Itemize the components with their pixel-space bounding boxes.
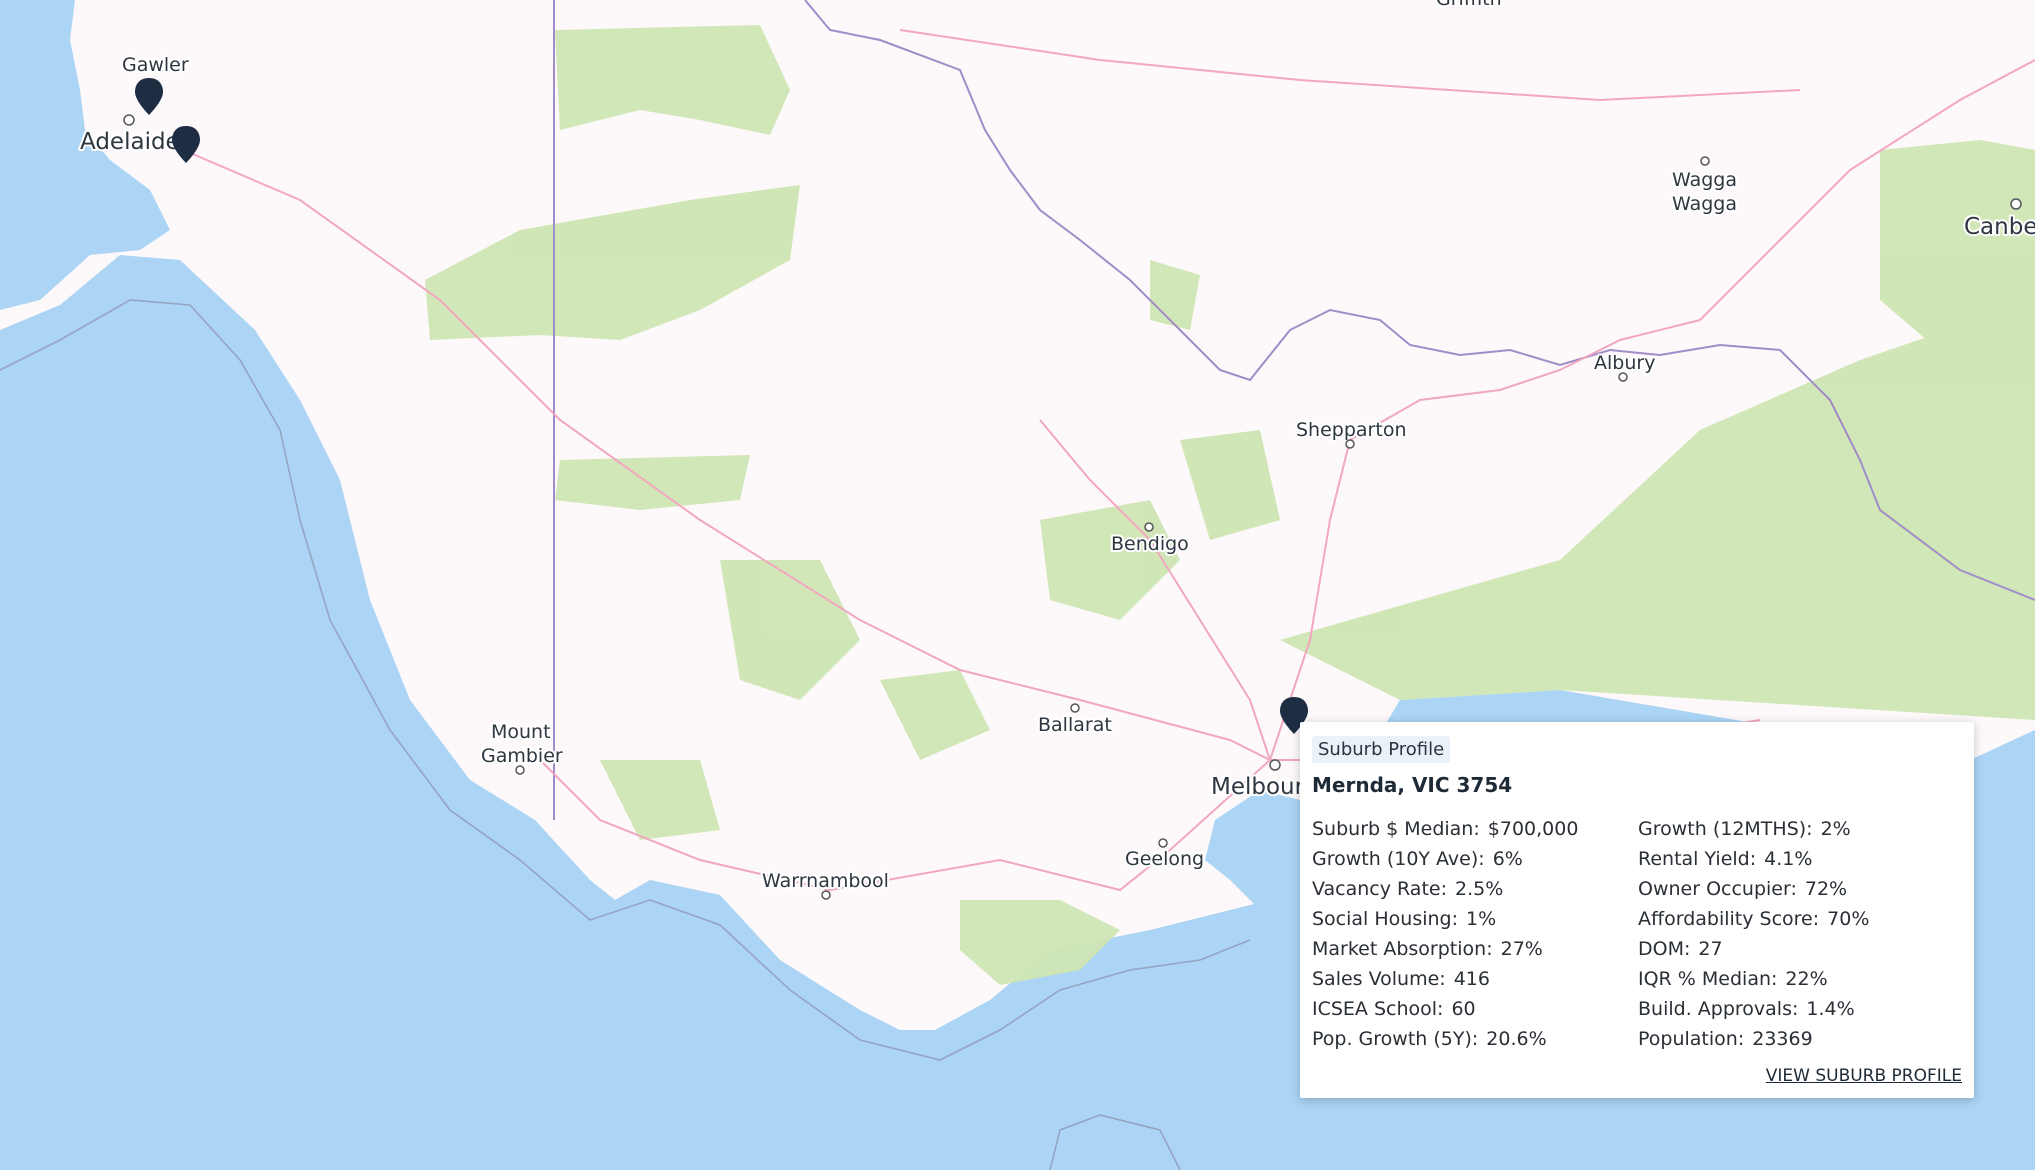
label-canberra: Canbe xyxy=(1964,214,2035,240)
label-mount: Mount xyxy=(491,721,551,743)
view-suburb-profile-link[interactable]: VIEW SUBURB PROFILE xyxy=(1766,1066,1962,1086)
suburb-profile-tag: Suburb Profile xyxy=(1312,736,1451,763)
suburb-popup: Suburb Profile Mernda, VIC 3754 Suburb $… xyxy=(1300,722,1974,1098)
label-warrnambool: Warrnambool xyxy=(762,870,889,892)
label-wagga-2: Wagga xyxy=(1672,193,1737,215)
stat-right-1: Rental Yield: 4.1% xyxy=(1638,848,1813,870)
label-adelaide: Adelaide xyxy=(80,129,180,155)
stat-right-5: IQR % Median: 22% xyxy=(1638,968,1828,990)
suburb-title: Mernda, VIC 3754 xyxy=(1312,773,1513,797)
label-shepparton: Shepparton xyxy=(1296,419,1406,441)
label-gambier: Gambier xyxy=(481,745,563,767)
stat-left-2: Vacancy Rate: 2.5% xyxy=(1312,878,1504,900)
suburb-stats-grid: Suburb $ Median: $700,000 Growth (12MTHS)… xyxy=(1312,814,1962,1054)
stat-right-3: Affordability Score: 70% xyxy=(1638,908,1870,930)
stat-left-0: Suburb $ Median: $700,000 xyxy=(1312,818,1579,840)
stat-left-3: Social Housing: 1% xyxy=(1312,908,1497,930)
label-wagga-1: Wagga xyxy=(1672,169,1737,191)
stat-right-7: Population: 23369 xyxy=(1638,1028,1813,1050)
label-bendigo: Bendigo xyxy=(1111,533,1189,555)
label-ballarat: Ballarat xyxy=(1038,714,1112,736)
stat-right-0: Growth (12MTHS): 2% xyxy=(1638,818,1851,840)
stat-right-2: Owner Occupier: 72% xyxy=(1638,878,1848,900)
label-albury: Albury xyxy=(1594,352,1655,374)
stat-right-6: Build. Approvals: 1.4% xyxy=(1638,998,1855,1020)
stat-left-5: Sales Volume: 416 xyxy=(1312,968,1490,990)
stat-left-7: Pop. Growth (5Y): 20.6% xyxy=(1312,1028,1547,1050)
label-gawler: Gawler xyxy=(122,54,189,76)
stat-left-4: Market Absorption: 27% xyxy=(1312,938,1543,960)
stat-left-6: ICSEA School: 60 xyxy=(1312,998,1476,1020)
stat-left-1: Growth (10Y Ave): 6% xyxy=(1312,848,1523,870)
label-melbourne: Melbour xyxy=(1211,774,1305,800)
label-griffith: Griffith xyxy=(1436,0,1502,10)
label-geelong: Geelong xyxy=(1125,848,1204,870)
stat-right-4: DOM: 27 xyxy=(1638,938,1723,960)
